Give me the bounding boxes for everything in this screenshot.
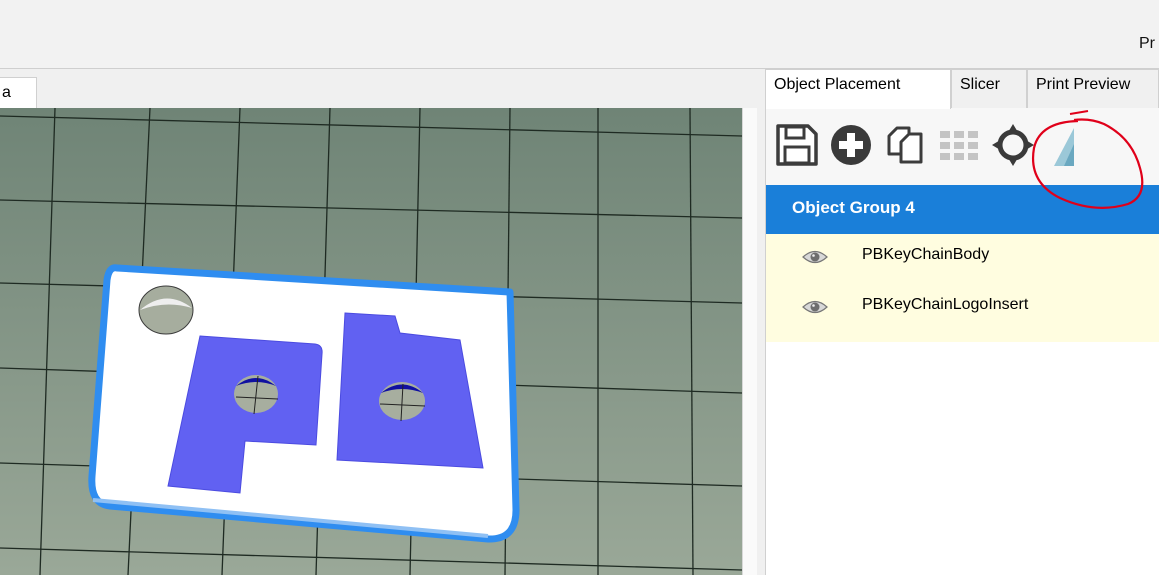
- center-crosshair-icon: [992, 124, 1034, 166]
- app-window: Pr a Object Placement Slicer Print Previ…: [0, 0, 1159, 575]
- object-group-header[interactable]: Object Group 4: [766, 185, 1159, 234]
- keychain-model[interactable]: [88, 264, 520, 543]
- tree-item-label: PBKeyChainBody: [862, 246, 990, 263]
- save-button[interactable]: [774, 122, 820, 168]
- tab-object-placement-label: Object Placement: [774, 76, 901, 93]
- object-group-label: Object Group 4: [792, 198, 915, 217]
- copy-icon: [887, 126, 923, 164]
- grid-arrange-icon: [940, 131, 978, 160]
- add-object-button[interactable]: [828, 122, 874, 168]
- tree-item-keychain-logo-insert[interactable]: PBKeyChainLogoInsert: [766, 284, 1159, 332]
- tab-print-preview-label: Print Preview: [1036, 76, 1131, 93]
- tab-view-left-label: a: [2, 84, 11, 101]
- tree-item-label: PBKeyChainLogoInsert: [862, 296, 1029, 313]
- object-tree: PBKeyChainBody PBKeyChainLogoInsert: [766, 234, 1159, 342]
- viewport-canvas[interactable]: [0, 108, 742, 575]
- 3d-viewport[interactable]: [0, 108, 742, 575]
- eye-icon[interactable]: [802, 298, 828, 316]
- tab-print-preview[interactable]: Print Preview: [1027, 69, 1159, 108]
- eye-icon[interactable]: [802, 248, 828, 266]
- right-panel: Object Placement Slicer Print Preview Ob…: [757, 69, 1159, 575]
- splitter[interactable]: [742, 108, 758, 575]
- left-tab-strip: a: [0, 69, 757, 108]
- triangle-icon: [1054, 128, 1074, 166]
- arrange-button[interactable]: [936, 122, 982, 168]
- title-bar: Pr: [0, 0, 1159, 69]
- object-placement-panel: Object Group 4 PBKeyChainBody PBKeyChain…: [765, 108, 1159, 575]
- window-title: Pr: [1139, 35, 1155, 52]
- tab-slicer-label: Slicer: [960, 76, 1001, 93]
- add-icon: [831, 125, 871, 165]
- more-tool-button[interactable]: [1044, 122, 1074, 168]
- copy-button[interactable]: [881, 122, 927, 168]
- placement-toolbar: [766, 108, 1159, 185]
- tab-slicer[interactable]: Slicer: [951, 69, 1027, 108]
- tab-view-left[interactable]: a: [0, 77, 37, 108]
- save-icon: [776, 124, 818, 166]
- tree-item-keychain-body[interactable]: PBKeyChainBody: [766, 234, 1159, 282]
- tab-object-placement[interactable]: Object Placement: [765, 69, 951, 109]
- center-object-button[interactable]: [990, 122, 1036, 168]
